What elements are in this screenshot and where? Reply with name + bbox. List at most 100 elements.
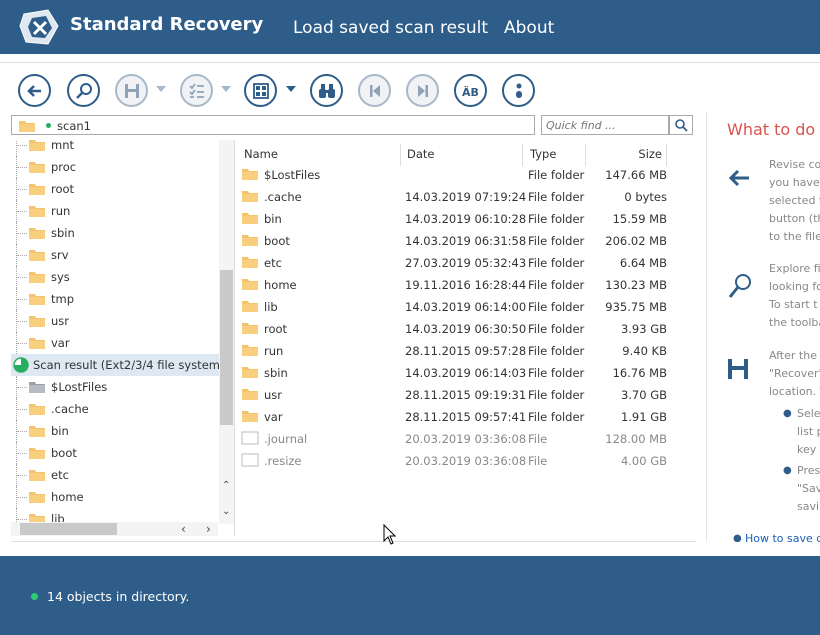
save-dropdown-caret[interactable] bbox=[156, 86, 166, 92]
tree-item[interactable]: srv bbox=[11, 244, 218, 266]
tree-item[interactable]: var bbox=[11, 332, 218, 354]
file-type: File bbox=[528, 432, 548, 446]
file-row[interactable]: home 19.11.2016 16:28:44 File folder 130… bbox=[237, 274, 677, 296]
file-type: File folder bbox=[528, 344, 585, 358]
scroll-up-arrow[interactable]: ⌃ bbox=[222, 480, 230, 491]
tree-item-label: sys bbox=[51, 270, 70, 284]
column-header-name[interactable]: Name bbox=[244, 144, 401, 166]
view-mode-button[interactable] bbox=[244, 74, 277, 107]
folder-icon bbox=[29, 294, 45, 305]
tree-subitem[interactable]: $LostFiles bbox=[11, 376, 218, 398]
checklist-dropdown-caret[interactable] bbox=[221, 86, 231, 92]
find-button[interactable] bbox=[310, 74, 343, 107]
folder-icon bbox=[29, 404, 45, 415]
view-mode-dropdown-caret[interactable] bbox=[286, 86, 296, 92]
tree-item-label: root bbox=[51, 182, 75, 196]
scroll-right-arrow[interactable]: › bbox=[206, 522, 211, 536]
folder-icon bbox=[242, 169, 258, 180]
file-date: 14.03.2019 06:31:58 bbox=[405, 234, 527, 248]
previous-button[interactable] bbox=[358, 74, 391, 107]
scan-result-node[interactable]: Scan result (Ext2/3/4 file system; 9.08 bbox=[11, 354, 221, 376]
tree-item-label: proc bbox=[51, 160, 77, 174]
floppy-icon bbox=[124, 83, 139, 98]
info-button[interactable] bbox=[502, 74, 535, 107]
tree-subitem[interactable]: etc bbox=[11, 464, 218, 486]
tree-subitem-label: etc bbox=[51, 468, 69, 482]
file-row[interactable]: lib 14.03.2019 06:14:00 File folder 935.… bbox=[237, 296, 677, 318]
save-button[interactable] bbox=[115, 74, 148, 107]
quick-find-input[interactable] bbox=[541, 115, 669, 135]
tree-subitem[interactable]: .cache bbox=[11, 398, 218, 420]
menu-load-saved-scan[interactable]: Load saved scan result bbox=[293, 18, 488, 38]
folder-icon bbox=[29, 338, 45, 349]
tree-subitem[interactable]: home bbox=[11, 486, 218, 508]
search-button[interactable] bbox=[67, 74, 100, 107]
link-bullet: ● bbox=[733, 533, 742, 542]
file-date: 14.03.2019 06:14:00 bbox=[405, 300, 527, 314]
hint-panel: What to do Revise co you have selected t bu… bbox=[707, 112, 820, 542]
file-size: 15.59 MB bbox=[612, 212, 667, 226]
folder-icon bbox=[29, 316, 45, 327]
tree-hscroll-thumb[interactable] bbox=[20, 523, 117, 535]
hint-bullet-line: savi bbox=[797, 500, 820, 513]
checklist-button[interactable] bbox=[180, 74, 213, 107]
tree-item[interactable]: sys bbox=[11, 266, 218, 288]
tree-item[interactable]: usr bbox=[11, 310, 218, 332]
file-row[interactable]: run 28.11.2015 09:57:28 File folder 9.40… bbox=[237, 340, 677, 362]
column-header-type[interactable]: Type bbox=[530, 144, 586, 166]
folder-icon bbox=[242, 367, 258, 378]
hint-line: Revise co bbox=[769, 158, 820, 171]
tree-subitem[interactable]: boot bbox=[11, 442, 218, 464]
tree-item[interactable]: proc bbox=[11, 156, 218, 178]
folder-icon bbox=[29, 470, 45, 481]
file-row[interactable]: $LostFiles File folder 147.66 MB bbox=[237, 164, 677, 186]
menu-about[interactable]: About bbox=[504, 18, 554, 38]
file-type: File folder bbox=[528, 300, 585, 314]
file-row[interactable]: .journal 20.03.2019 03:36:08 File 128.00… bbox=[237, 428, 677, 450]
file-name: run bbox=[264, 344, 284, 358]
scroll-down-arrow[interactable]: ⌄ bbox=[222, 506, 230, 517]
file-row[interactable]: boot 14.03.2019 06:31:58 File folder 206… bbox=[237, 230, 677, 252]
file-row[interactable]: usr 28.11.2015 09:19:31 File folder 3.70… bbox=[237, 384, 677, 406]
hint-line: to the file bbox=[769, 230, 820, 243]
tree-item[interactable]: sbin bbox=[11, 222, 218, 244]
column-header-size[interactable]: Size bbox=[587, 144, 667, 166]
file-row[interactable]: bin 14.03.2019 06:10:28 File folder 15.5… bbox=[237, 208, 677, 230]
tree-item[interactable]: root bbox=[11, 178, 218, 200]
file-size: 0 bytes bbox=[624, 190, 667, 204]
tree-item[interactable]: mnt bbox=[11, 140, 218, 156]
file-row[interactable]: .cache 14.03.2019 07:19:24 File folder 0… bbox=[237, 186, 677, 208]
file-type: File folder bbox=[528, 190, 585, 204]
app-logo-icon bbox=[19, 9, 59, 45]
file-row[interactable]: root 14.03.2019 06:30:50 File folder 3.9… bbox=[237, 318, 677, 340]
hint-bullet-line: "Sav bbox=[797, 482, 820, 495]
path-bar[interactable]: scan1 bbox=[11, 115, 535, 135]
file-row[interactable]: var 28.11.2015 09:57:41 File folder 1.91… bbox=[237, 406, 677, 428]
file-row[interactable]: sbin 14.03.2019 06:14:03 File folder 16.… bbox=[237, 362, 677, 384]
back-button[interactable] bbox=[18, 74, 51, 107]
app-header: Standard Recovery Load saved scan result… bbox=[0, 0, 820, 54]
file-date: 28.11.2015 09:57:28 bbox=[405, 344, 527, 358]
file-size: 16.76 MB bbox=[612, 366, 667, 380]
tree-subitem[interactable]: bin bbox=[11, 420, 218, 442]
how-to-save-link[interactable]: How to save d bbox=[745, 532, 820, 542]
floppy-icon bbox=[728, 359, 748, 379]
file-type: File folder bbox=[528, 366, 585, 380]
tree-subitem-label: $LostFiles bbox=[51, 380, 108, 394]
tree-item[interactable]: tmp bbox=[11, 288, 218, 310]
status-text: 14 objects in directory. bbox=[47, 589, 190, 604]
content-bottom-border bbox=[11, 541, 696, 542]
hint-bullet: ● bbox=[783, 465, 792, 476]
toolbar: ÄB bbox=[0, 62, 820, 112]
scroll-left-arrow[interactable]: ‹ bbox=[181, 522, 186, 536]
quick-find-button[interactable] bbox=[669, 115, 693, 135]
tree-item[interactable]: run bbox=[11, 200, 218, 222]
tree-scroll-thumb[interactable] bbox=[220, 270, 233, 425]
charset-button[interactable]: ÄB bbox=[454, 74, 487, 107]
next-button[interactable] bbox=[406, 74, 439, 107]
column-header-date[interactable]: Date bbox=[407, 144, 523, 166]
folder-icon bbox=[29, 140, 45, 151]
file-row[interactable]: etc 27.03.2019 05:32:43 File folder 6.64… bbox=[237, 252, 677, 274]
file-date: 28.11.2015 09:19:31 bbox=[405, 388, 527, 402]
file-row[interactable]: .resize 20.03.2019 03:36:08 File 4.00 GB bbox=[237, 450, 677, 472]
